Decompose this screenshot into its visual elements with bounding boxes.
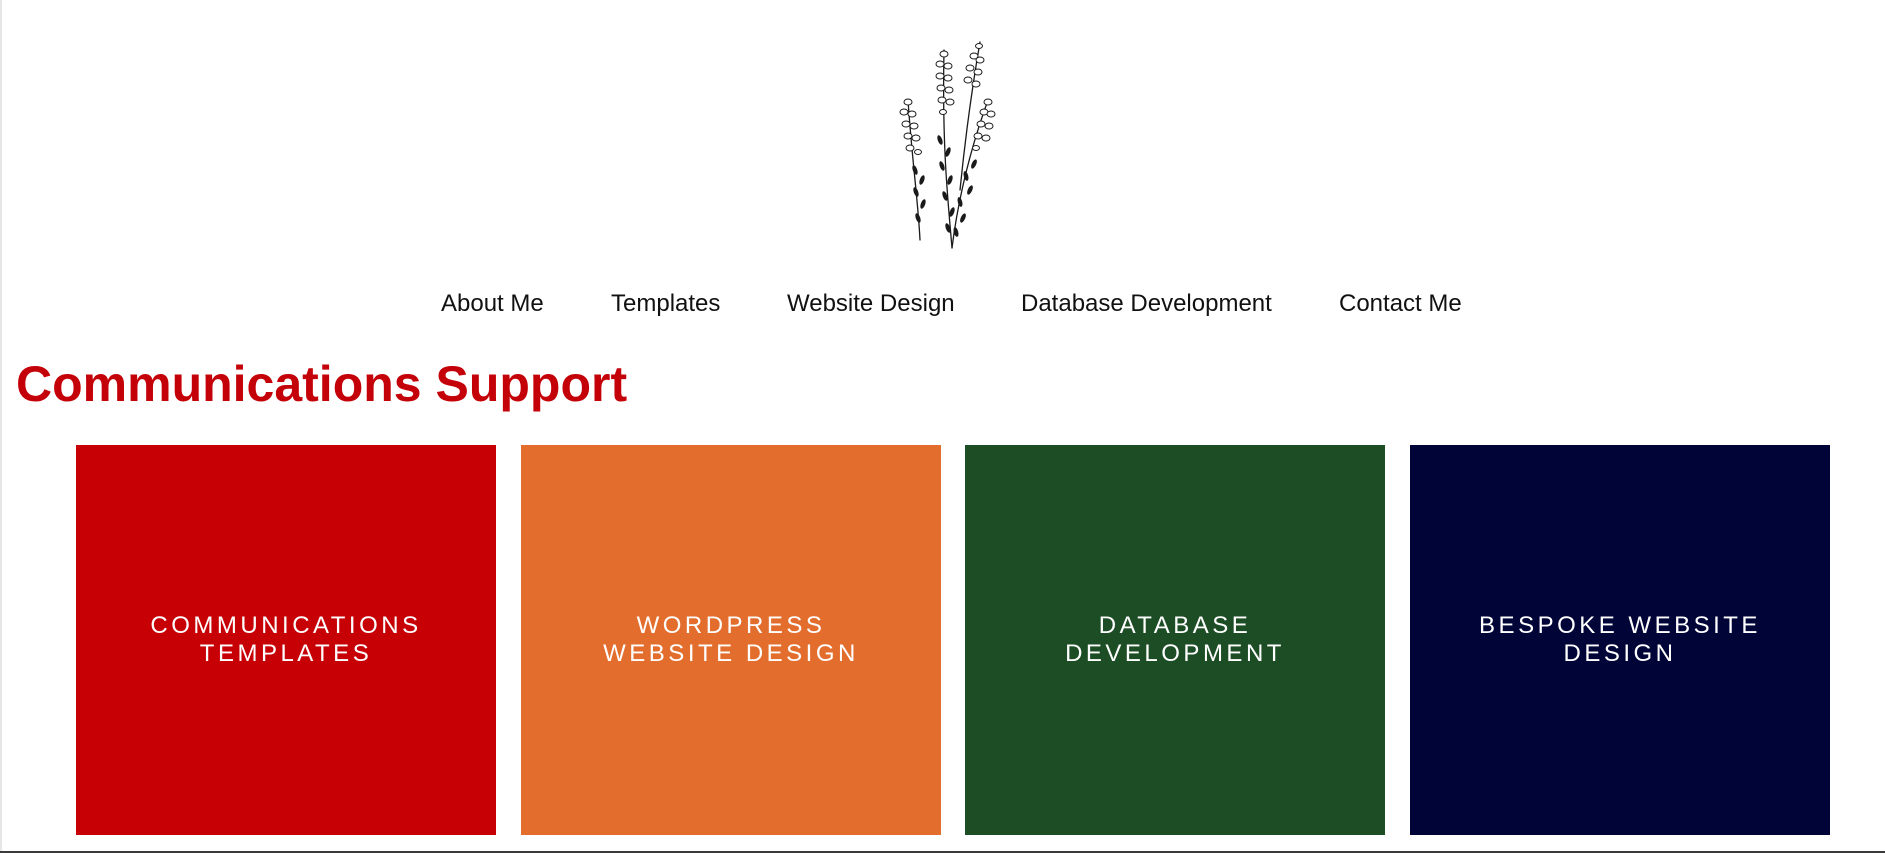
tile-bespoke-website-design[interactable]: BESPOKE WEBSITE DESIGN [1410, 445, 1830, 835]
tile-label-line: WORDPRESS [636, 612, 826, 639]
heather-logo-icon[interactable] [890, 40, 1010, 255]
tile-label-line: DATABASE [1098, 612, 1252, 639]
tile-label-line: DESIGN [1563, 640, 1677, 667]
tile-label: COMMUNICATIONS TEMPLATES [136, 612, 436, 668]
tile-label: DATABASE DEVELOPMENT [1025, 612, 1325, 668]
main-nav: About Me Templates Website Design Databa… [0, 286, 1885, 322]
tile-label-line: COMMUNICATIONS [150, 612, 422, 639]
tile-label: BESPOKE WEBSITE DESIGN [1470, 612, 1770, 668]
nav-database-development-link[interactable]: Database Development [1021, 286, 1272, 322]
tile-label-line: DEVELOPMENT [1065, 640, 1285, 667]
page: About Me Templates Website Design Databa… [0, 0, 1885, 853]
tile-label-line: WEBSITE DESIGN [603, 640, 859, 667]
tile-database-development[interactable]: DATABASE DEVELOPMENT [965, 445, 1385, 835]
nav-website-design-link[interactable]: Website Design [787, 286, 955, 322]
page-title: Communications Support [16, 356, 628, 412]
tile-label-line: BESPOKE WEBSITE [1479, 612, 1761, 639]
page-edge [0, 0, 2, 853]
nav-templates-link[interactable]: Templates [611, 286, 720, 322]
nav-about-me-link[interactable]: About Me [441, 286, 544, 322]
tile-label-line: TEMPLATES [199, 640, 373, 667]
tile-label: WORDPRESS WEBSITE DESIGN [581, 612, 881, 668]
tile-wordpress-website-design[interactable]: WORDPRESS WEBSITE DESIGN [521, 445, 941, 835]
nav-contact-me-link[interactable]: Contact Me [1339, 286, 1462, 322]
tile-communications-templates[interactable]: COMMUNICATIONS TEMPLATES [76, 445, 496, 835]
